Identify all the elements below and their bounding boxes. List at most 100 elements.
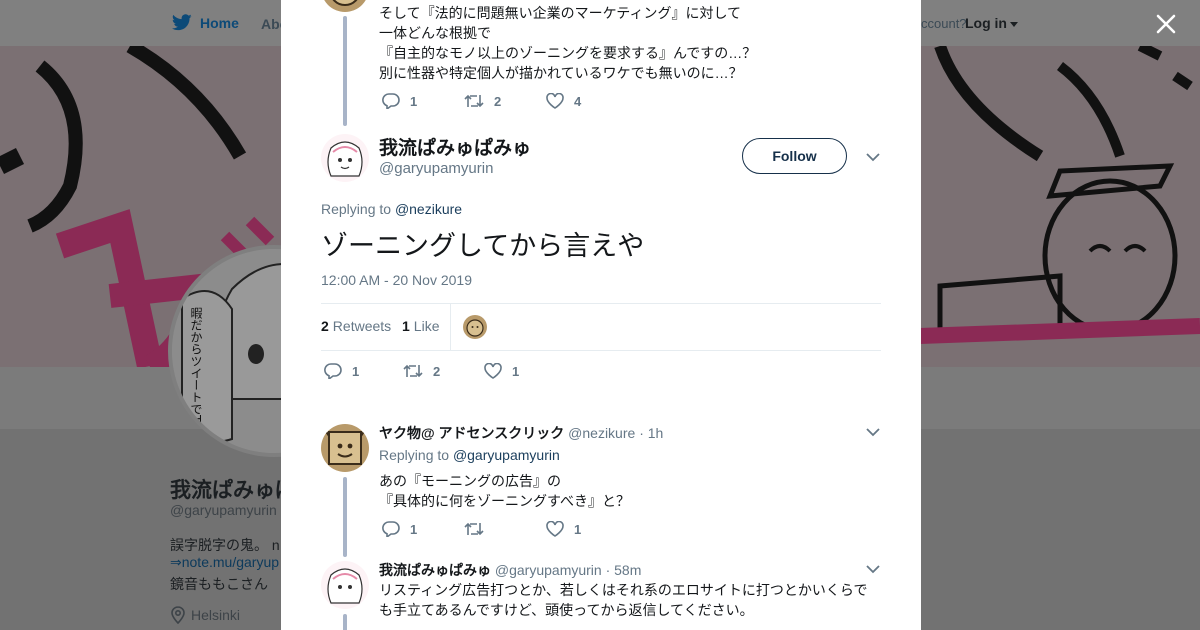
reply-text-line: も手立てあるんですけど、頭使ってから返信してください。 — [379, 602, 754, 618]
retweet-action[interactable]: 2 — [464, 93, 522, 109]
avatar-image — [321, 134, 369, 182]
avatar-image — [321, 0, 369, 12]
avatar-image — [463, 315, 487, 339]
location-pin-icon — [171, 606, 185, 624]
nav-home[interactable]: Home — [172, 14, 239, 31]
reply-time[interactable]: · 58m — [606, 562, 642, 578]
thread-connector — [343, 477, 347, 557]
login-label: Log in — [965, 15, 1007, 31]
more-options-button[interactable] — [865, 561, 881, 577]
reply-action[interactable]: 1 — [382, 93, 440, 109]
thread-connector — [343, 614, 347, 630]
follow-button[interactable]: Follow — [742, 138, 847, 174]
reply-avatar[interactable] — [321, 561, 369, 609]
main-tweet-text: ゾーニングしてから言えや — [321, 231, 645, 261]
close-icon — [1156, 14, 1176, 34]
parent-tweet-text-line: 別に性器や特定個人が描かれているワケでも無いのに…？ — [379, 65, 743, 81]
twitter-bird-icon — [172, 14, 192, 31]
more-options-button[interactable] — [865, 149, 881, 165]
retweet-icon — [464, 522, 484, 536]
replying-to: Replying to @garyupamyurin — [379, 447, 560, 463]
reply-header: 我流ぱみゅぱみゅ @garyupamyurin · 58m — [379, 560, 641, 580]
reply-count: 1 — [352, 363, 360, 379]
replying-to-handle[interactable]: @nezikure — [395, 201, 462, 217]
parent-tweet-avatar[interactable] — [321, 0, 369, 12]
replying-to-label: Replying to — [321, 201, 392, 217]
replying-to-handle[interactable]: @garyupamyurin — [453, 447, 560, 463]
reply-action[interactable]: 1 — [324, 363, 379, 379]
like-count: 1 — [512, 363, 520, 379]
retweet-action[interactable]: 2 — [403, 363, 460, 379]
caret-down-icon — [1010, 21, 1018, 27]
tweet-stats: 2 Retweets 1 Like — [321, 303, 881, 351]
reply-author-handle[interactable]: @nezikure — [568, 425, 635, 441]
retweet-stat-count: 2 — [321, 318, 329, 334]
profile-bio-link[interactable]: ⇒note.mu/garyup — [170, 554, 279, 571]
parent-tweet-text-line: 一体どんな根拠で — [379, 25, 491, 41]
retweet-icon — [464, 94, 484, 108]
reply-icon — [382, 521, 400, 537]
reply-icon — [324, 363, 342, 379]
chevron-down-icon — [866, 428, 880, 437]
reply-time[interactable]: · 1h — [639, 425, 663, 441]
profile-handle: @garyupamyurin — [170, 502, 277, 518]
retweet-icon — [403, 364, 423, 378]
main-tweet-author-handle[interactable]: @garyupamyurin — [379, 160, 493, 177]
retweet-action[interactable] — [464, 521, 522, 537]
retweet-stat-label: Retweets — [332, 318, 392, 334]
location-label: Helsinki — [191, 607, 241, 623]
like-stat-count: 1 — [402, 318, 410, 334]
parent-tweet-text-line: そして『法的に問題無い企業のマーケティング』に対して — [379, 5, 742, 21]
profile-location: Helsinki — [170, 606, 240, 624]
like-stat-label: Like — [413, 318, 440, 334]
retweet-stat[interactable]: 2 Retweets — [321, 318, 391, 334]
main-tweet-timestamp[interactable]: 12:00 AM - 20 Nov 2019 — [321, 272, 472, 288]
reply-author-name[interactable]: ヤク物@ アドセンスクリック — [379, 425, 564, 441]
login-link[interactable]: Log in — [965, 15, 1018, 31]
more-options-button[interactable] — [865, 424, 881, 440]
stats-divider — [450, 304, 451, 350]
reply-text-line: 『具体的に何をゾーニングすべき』と？ — [379, 493, 631, 509]
nav-account-prompt: ccount? — [921, 16, 967, 31]
liker-avatar[interactable] — [463, 315, 487, 339]
like-stat[interactable]: 1 Like — [402, 318, 439, 334]
close-modal-button[interactable] — [1152, 10, 1180, 38]
chevron-down-icon — [866, 153, 880, 162]
profile-bio-line: 鏡音ももこさん — [170, 576, 268, 592]
like-count: 1 — [574, 521, 582, 537]
reply-avatar[interactable] — [321, 424, 369, 472]
tweet-modal: そして『法的に問題無い企業のマーケティング』に対して 一体どんな根拠で 『自主的… — [281, 0, 921, 630]
reply-header: ヤク物@ アドセンスクリック @nezikure · 1h — [379, 423, 663, 443]
reply-count: 1 — [410, 93, 418, 109]
parent-tweet-text-line: 『自主的なモノ以上のゾーニングを要求する』んですの…？ — [379, 45, 757, 61]
retweet-count: 2 — [494, 93, 502, 109]
profile-name: 我流ぱみゅぱ — [170, 479, 296, 502]
reply-count: 1 — [410, 521, 418, 537]
reply-author-name[interactable]: 我流ぱみゅぱみゅ — [379, 562, 491, 578]
main-tweet-author-name[interactable]: 我流ぱみゅぱみゅ — [379, 133, 531, 160]
retweet-count: 2 — [433, 363, 441, 379]
reply-action[interactable]: 1 — [382, 521, 440, 537]
like-action[interactable]: 1 — [484, 363, 519, 379]
reply-actions: 1 1 — [382, 521, 605, 537]
reply-text-line: リスティング広告打つとか、若しくはそれ系のエロサイトに打つとかいくらで — [379, 582, 868, 598]
like-action[interactable]: 1 — [546, 521, 581, 537]
chevron-down-icon — [866, 565, 880, 574]
reply-author-handle[interactable]: @garyupamyurin — [495, 562, 602, 578]
main-tweet-actions: 1 2 1 — [324, 363, 543, 379]
avatar-image — [321, 424, 369, 472]
like-action[interactable]: 4 — [546, 93, 581, 109]
reply-icon — [382, 93, 400, 109]
parent-tweet-actions: 1 2 4 — [382, 93, 605, 109]
thread-connector — [343, 16, 347, 126]
heart-icon — [484, 363, 502, 379]
like-count: 4 — [574, 93, 582, 109]
heart-icon — [546, 93, 564, 109]
avatar-image — [321, 561, 369, 609]
profile-bio-line: 誤字脱字の鬼。 n — [170, 537, 280, 553]
replying-to: Replying to @nezikure — [321, 201, 462, 217]
heart-icon — [546, 521, 564, 537]
reply-text-line: あの『モーニングの広告』の — [379, 473, 561, 489]
main-tweet-avatar[interactable] — [321, 134, 369, 182]
nav-home-label: Home — [200, 14, 239, 31]
